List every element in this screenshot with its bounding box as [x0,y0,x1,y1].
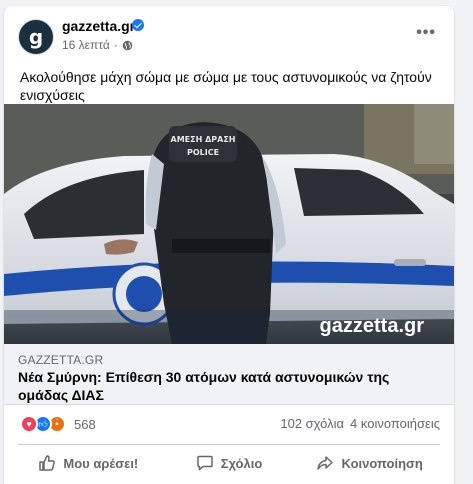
post-timestamp[interactable]: 16 λεπτά [62,38,110,52]
link-domain: GAZZETTA.GR [18,353,104,367]
post-meta: 16 λεπτά · [62,38,133,52]
post-text: Ακολούθησε μάχη σώμα με σώμα με τους αστ… [20,69,432,103]
post-card: g gazzetta.gr 16 λεπτά · ••• Ακολούθησε … [4,6,454,484]
comment-button[interactable]: Σχόλιο [159,446,300,480]
verified-badge-icon [132,19,144,31]
page-avatar[interactable]: g [18,19,54,55]
avatar-letter: g [28,25,44,49]
actions-divider [18,444,440,445]
share-button[interactable]: Κοινοποίηση [299,446,440,480]
share-button-label: Κοινοποίηση [341,455,423,471]
link-preview[interactable]: GAZZETTA.GR Νέα Σμύρνη: Επίθεση 30 ατόμω… [4,344,454,405]
vest-text-line-1: ΑΜΕΣΗ ΔΡΑΣΗ [171,135,236,144]
image-watermark: gazzetta.gr [320,315,425,337]
comments-count-link[interactable]: 102 σχόλια [280,416,344,431]
thumbs-up-icon [39,455,56,471]
more-options-icon[interactable]: ••• [416,25,436,41]
share-icon [317,456,334,470]
comment-icon [196,455,213,471]
reaction-count[interactable]: 568 [74,417,96,432]
post-header: g gazzetta.gr 16 λεπτά · ••• [4,6,454,62]
shares-count-link[interactable]: 4 κοινοποιήσεις [350,416,440,431]
meta-separator: · [113,38,118,52]
reactions-summary[interactable]: ♥ 👍︎ •̀ 568 [20,414,96,434]
comment-button-label: Σχόλιο [220,455,263,471]
page-name-link[interactable]: gazzetta.gr [62,18,135,34]
police-car-officer-photo: ΑΜΕΣΗ ΔΡΑΣΗ POLICE gazzetta.gr [4,104,454,344]
engagement-stats: 102 σχόλια 4 κοινοποιήσεις [280,416,440,431]
globe-icon [122,40,133,50]
like-button-label: Μου αρέσει! [63,455,139,471]
vest-text-line-2: POLICE [187,148,219,157]
link-title[interactable]: Νέα Σμύρνη: Επίθεση 30 ατόμων κατά αστυν… [18,368,428,404]
action-bar: Μου αρέσει! Σχόλιο Κοινοποίηση [18,446,440,480]
post-image[interactable]: ΑΜΕΣΗ ΔΡΑΣΗ POLICE gazzetta.gr [4,104,454,344]
love-icon: ♥ [20,415,38,433]
like-button[interactable]: Μου αρέσει! [18,446,159,480]
